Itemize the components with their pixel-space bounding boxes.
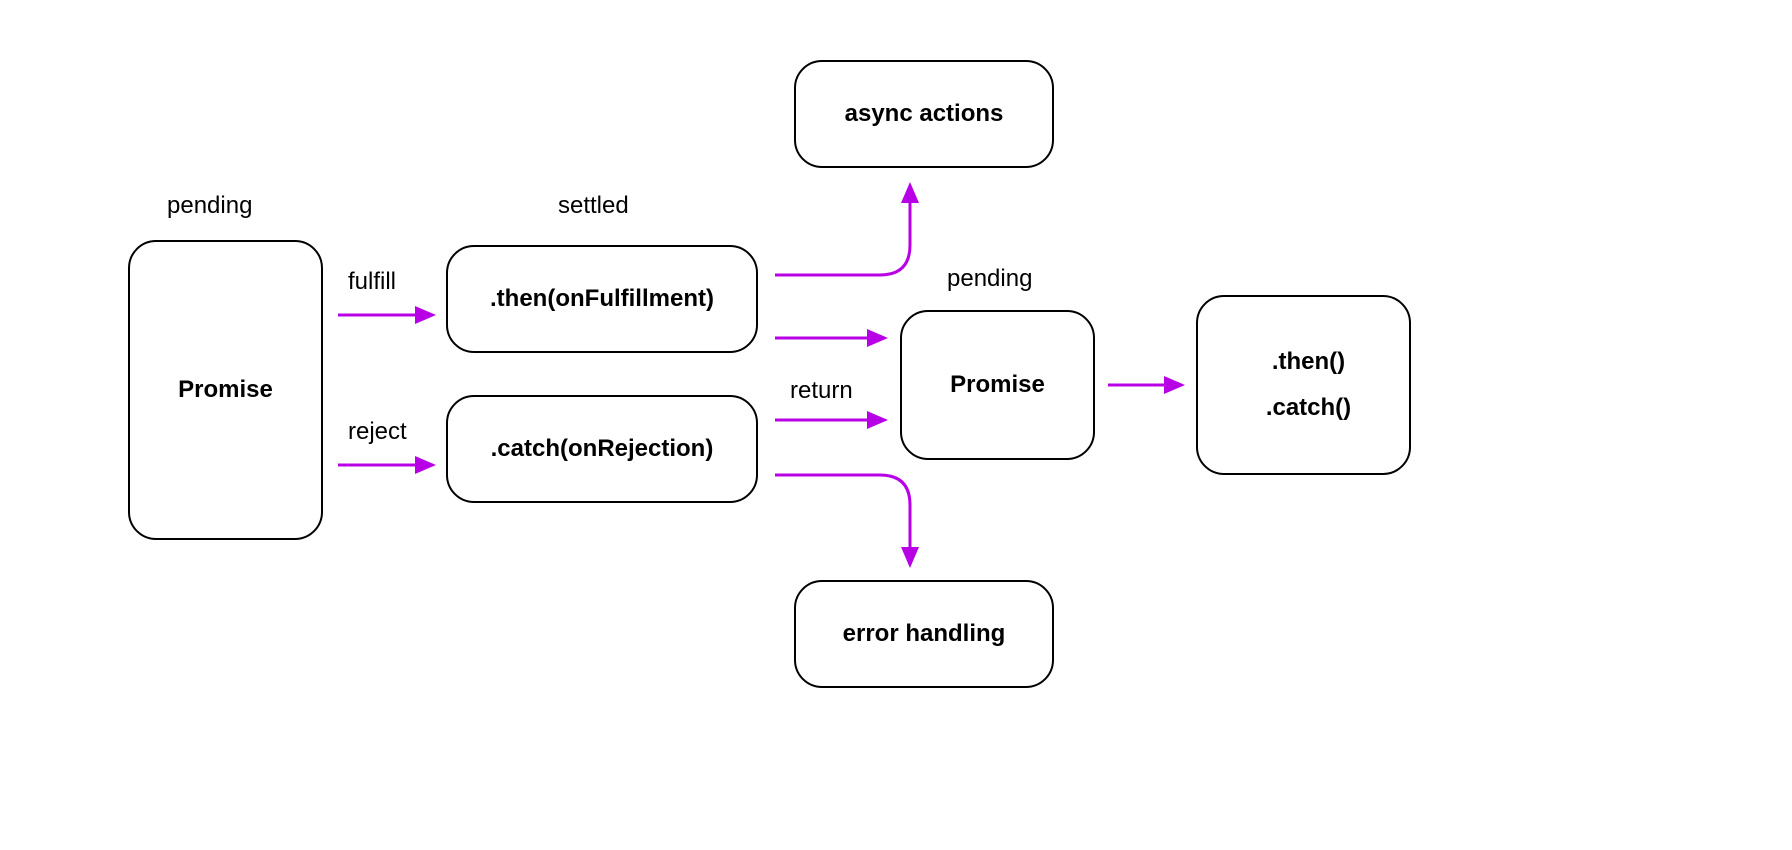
node-error-handling-text: error handling — [843, 620, 1006, 648]
node-then-fulfillment: .then(onFulfillment) — [446, 245, 758, 353]
node-catch-rejection: .catch(onRejection) — [446, 395, 758, 503]
node-async-actions-text: async actions — [845, 100, 1004, 128]
arrow-to-async — [775, 185, 910, 275]
label-settled: settled — [558, 192, 629, 220]
node-catch-rejection-text: .catch(onRejection) — [491, 435, 714, 463]
node-promise-1-text: Promise — [178, 376, 273, 404]
node-async-actions: async actions — [794, 60, 1054, 168]
node-error-handling: error handling — [794, 580, 1054, 688]
node-promise-2: Promise — [900, 310, 1095, 460]
node-promise-2-text: Promise — [950, 371, 1045, 399]
node-then-fulfillment-text: .then(onFulfillment) — [490, 285, 714, 313]
node-final-catch-text: .catch() — [1266, 394, 1351, 422]
node-final-then-text: .then() — [1272, 348, 1345, 376]
label-reject: reject — [348, 418, 407, 446]
label-fulfill: fulfill — [348, 268, 396, 296]
arrow-to-error — [775, 475, 910, 565]
node-promise-1: Promise — [128, 240, 323, 540]
label-return: return — [790, 377, 853, 405]
label-pending-2: pending — [947, 265, 1032, 293]
node-final-handlers: .then() .catch() — [1196, 295, 1411, 475]
label-pending-1: pending — [167, 192, 252, 220]
diagram-stage: Promise pending .then(onFulfillment) set… — [0, 0, 1792, 850]
